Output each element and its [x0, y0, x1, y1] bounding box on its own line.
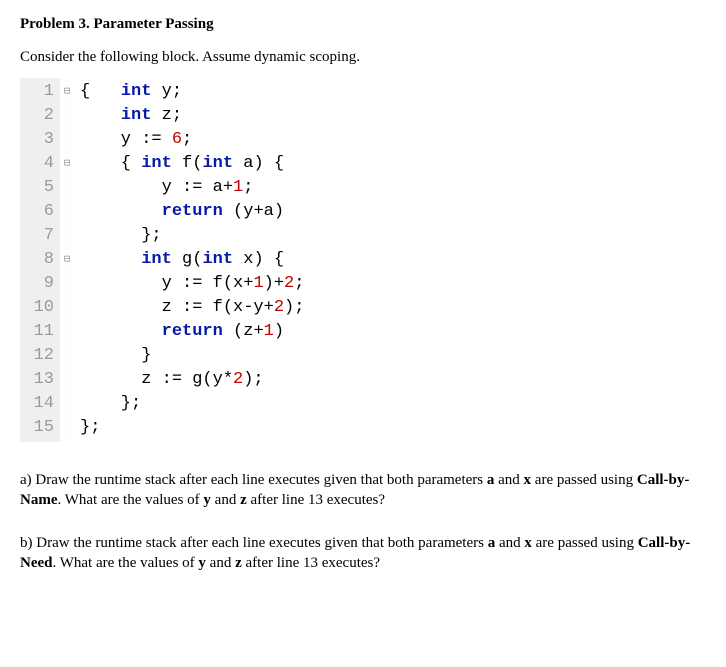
question-b-text: after line 13 executes? [242, 555, 380, 571]
code-line: }; [80, 224, 304, 248]
line-number: 3 [28, 128, 54, 152]
problem-intro: Consider the following block. Assume dyn… [20, 49, 706, 66]
fold-marker [62, 320, 72, 344]
problem-title: Problem 3. Parameter Passing [20, 16, 706, 33]
line-number: 14 [28, 392, 54, 416]
fold-marker [62, 200, 72, 224]
line-number: 13 [28, 368, 54, 392]
code-block: 123456789101112131415 ⊟⊟⊟ { int y; int z… [20, 78, 706, 442]
code-fold-column: ⊟ ⊟ ⊟ [60, 78, 74, 442]
code-line: { int f(int a) { [80, 152, 304, 176]
fold-marker [62, 368, 72, 392]
question-a-text: . What are the values of [58, 492, 204, 508]
code-line: y := a+1; [80, 176, 304, 200]
param-x: x [524, 535, 532, 551]
fold-marker [62, 176, 72, 200]
question-b-text: are passed using [532, 535, 638, 551]
fold-marker[interactable]: ⊟ [62, 80, 72, 104]
code-line: }; [80, 392, 304, 416]
question-a-text: and [211, 492, 240, 508]
question-a-text: are passed using [531, 472, 637, 488]
line-number: 5 [28, 176, 54, 200]
question-a-text: a) Draw the runtime stack after each lin… [20, 472, 487, 488]
code-line: }; [80, 416, 304, 440]
code-line: int z; [80, 104, 304, 128]
param-x: x [524, 472, 532, 488]
line-number: 1 [28, 80, 54, 104]
line-number: 8 [28, 248, 54, 272]
var-z: z [235, 555, 242, 571]
var-y: y [203, 492, 211, 508]
line-number: 4 [28, 152, 54, 176]
question-b-text: and [206, 555, 235, 571]
question-b-text: b) Draw the runtime stack after each lin… [20, 535, 488, 551]
line-number: 6 [28, 200, 54, 224]
question-a-text: after line 13 executes? [247, 492, 385, 508]
question-b-text: and [495, 535, 524, 551]
fold-marker [62, 344, 72, 368]
fold-marker [62, 296, 72, 320]
code-line: return (y+a) [80, 200, 304, 224]
fold-marker[interactable]: ⊟ [62, 152, 72, 176]
line-number: 15 [28, 416, 54, 440]
fold-marker [62, 272, 72, 296]
question-a: a) Draw the runtime stack after each lin… [20, 470, 706, 511]
question-b: b) Draw the runtime stack after each lin… [20, 533, 706, 574]
line-number: 7 [28, 224, 54, 248]
code-gutter: 123456789101112131415 [20, 78, 60, 442]
code-line: z := g(y*2); [80, 368, 304, 392]
code-line: { int y; [80, 80, 304, 104]
line-number: 10 [28, 296, 54, 320]
code-content: { int y; int z; y := 6; { int f(int a) {… [74, 78, 304, 442]
code-line: return (z+1) [80, 320, 304, 344]
code-line: y := 6; [80, 128, 304, 152]
line-number: 2 [28, 104, 54, 128]
fold-marker [62, 128, 72, 152]
line-number: 9 [28, 272, 54, 296]
question-b-text: . What are the values of [53, 555, 199, 571]
fold-marker [62, 224, 72, 248]
fold-marker [62, 416, 72, 440]
var-z: z [240, 492, 247, 508]
fold-marker[interactable]: ⊟ [62, 248, 72, 272]
code-line: y := f(x+1)+2; [80, 272, 304, 296]
code-line: int g(int x) { [80, 248, 304, 272]
line-number: 11 [28, 320, 54, 344]
code-line: } [80, 344, 304, 368]
question-a-text: and [494, 472, 523, 488]
fold-marker [62, 392, 72, 416]
fold-marker [62, 104, 72, 128]
code-line: z := f(x-y+2); [80, 296, 304, 320]
line-number: 12 [28, 344, 54, 368]
var-y: y [198, 555, 206, 571]
